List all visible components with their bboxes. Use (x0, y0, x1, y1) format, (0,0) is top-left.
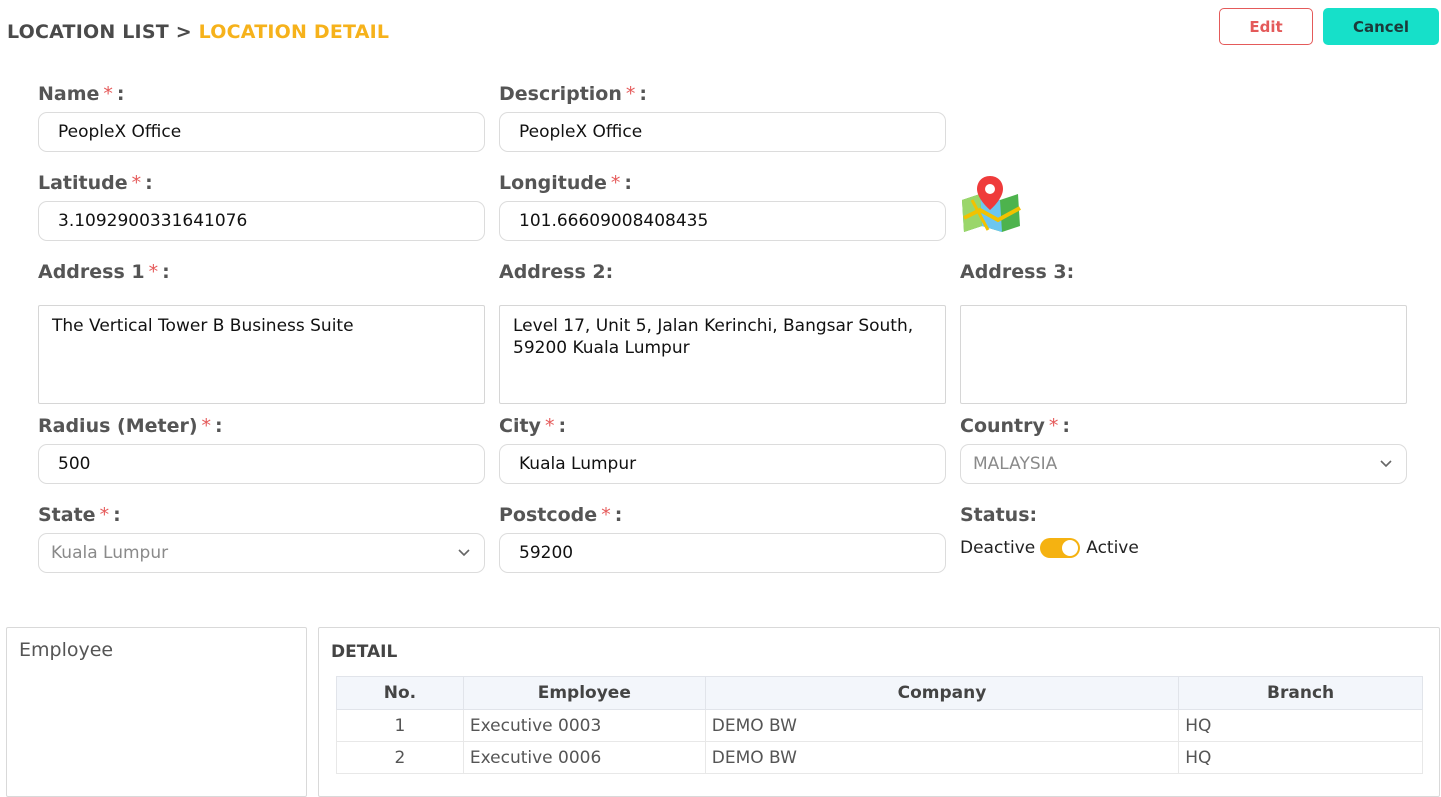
state-label-text: State (38, 504, 96, 526)
required-mark: * (99, 504, 110, 526)
detail-table: No. Employee Company Branch 1 Executive … (336, 676, 1423, 774)
label-colon: : (116, 83, 125, 105)
required-mark: * (103, 83, 113, 105)
cell-employee: Executive 0006 (462, 741, 706, 774)
required-mark: * (601, 504, 611, 526)
breadcrumb-separator: > (175, 21, 192, 43)
country-select-value: MALAYSIA (973, 454, 1058, 474)
cell-no: 1 (336, 709, 464, 742)
radius-input[interactable]: 500 (38, 444, 485, 484)
label-colon: : (639, 83, 647, 105)
country-label-text: Country (960, 415, 1045, 437)
edit-button[interactable]: Edit (1219, 8, 1313, 45)
cell-branch: HQ (1178, 741, 1423, 774)
label-colon: : (145, 172, 153, 194)
latitude-label-text: Latitude (38, 172, 128, 194)
column-header-no[interactable]: No. (336, 676, 464, 710)
cell-company: DEMO BW (704, 709, 1180, 742)
label-colon: : (1062, 415, 1070, 437)
description-input[interactable]: PeopleX Office (499, 112, 946, 152)
column-header-branch[interactable]: Branch (1178, 676, 1423, 710)
postcode-label: Postcode *: (499, 504, 622, 526)
label-colon: : (162, 261, 170, 283)
description-label: Description *: (499, 83, 647, 105)
table-header-row: No. Employee Company Branch (336, 676, 1423, 710)
name-input[interactable]: PeopleX Office (38, 112, 485, 152)
description-label-text: Description (499, 83, 622, 105)
state-select-value: Kuala Lumpur (51, 543, 169, 563)
table-row[interactable]: 1 Executive 0003 DEMO BW HQ (336, 709, 1423, 742)
address2-textarea[interactable]: Level 17, Unit 5, Jalan Kerinchi, Bangsa… (499, 305, 946, 404)
detail-panel: DETAIL No. Employee Company Branch 1 Exe… (318, 627, 1440, 797)
required-mark: * (610, 172, 621, 194)
address1-textarea[interactable]: The Vertical Tower B Business Suite (38, 305, 485, 404)
radius-label: Radius (Meter) *: (38, 415, 223, 437)
cell-company: DEMO BW (704, 741, 1180, 774)
postcode-input[interactable]: 59200 (499, 533, 946, 573)
status-on-label: Active (1086, 538, 1139, 558)
required-mark: * (148, 261, 159, 283)
country-label: Country *: (960, 415, 1070, 437)
cell-branch: HQ (1178, 709, 1423, 742)
employee-panel: Employee (6, 627, 307, 797)
state-select[interactable]: Kuala Lumpur (38, 533, 485, 573)
column-header-company[interactable]: Company (704, 676, 1180, 710)
label-colon: : (558, 415, 567, 437)
address3-textarea[interactable] (960, 305, 1407, 404)
postcode-label-text: Postcode (499, 504, 598, 526)
required-mark: * (625, 83, 636, 105)
country-select[interactable]: MALAYSIA (960, 444, 1407, 484)
address2-label: Address 2: (499, 261, 614, 283)
required-mark: * (131, 172, 142, 194)
longitude-input[interactable]: 101.66609008408435 (499, 201, 946, 241)
latitude-input[interactable]: 3.1092900331641076 (38, 201, 485, 241)
address3-label: Address 3: (960, 261, 1075, 283)
table-row[interactable]: 2 Executive 0006 DEMO BW HQ (336, 741, 1423, 774)
longitude-label-text: Longitude (499, 172, 607, 194)
required-mark: * (201, 415, 212, 437)
toggle-knob (1062, 540, 1079, 556)
name-label: Name *: (38, 83, 125, 105)
label-colon: : (614, 504, 623, 526)
latitude-label: Latitude *: (38, 172, 153, 194)
breadcrumb-location-detail: LOCATION DETAIL (198, 21, 390, 43)
name-label-text: Name (38, 83, 100, 105)
map-pin-icon[interactable] (958, 174, 1024, 234)
status-off-label: Deactive (960, 538, 1036, 558)
required-mark: * (544, 415, 555, 437)
employee-panel-title: Employee (19, 639, 114, 661)
city-label-text: City (499, 415, 541, 437)
chevron-down-icon (456, 545, 472, 561)
address1-label-text: Address 1 (38, 261, 145, 283)
label-colon: : (215, 415, 223, 437)
column-header-employee[interactable]: Employee (462, 676, 706, 710)
longitude-label: Longitude *: (499, 172, 632, 194)
city-label: City *: (499, 415, 566, 437)
status-toggle[interactable] (1040, 538, 1081, 558)
cell-employee: Executive 0003 (462, 709, 706, 742)
radius-label-text: Radius (Meter) (38, 415, 198, 437)
address1-label: Address 1 *: (38, 261, 170, 283)
detail-panel-title: DETAIL (331, 642, 398, 662)
label-colon: : (113, 504, 121, 526)
state-label: State *: (38, 504, 121, 526)
cancel-button[interactable]: Cancel (1323, 8, 1439, 45)
breadcrumb: LOCATION LIST > LOCATION DETAIL (7, 21, 389, 43)
breadcrumb-location-list[interactable]: LOCATION LIST (7, 21, 169, 43)
city-input[interactable]: Kuala Lumpur (499, 444, 946, 484)
status-label: Status: (960, 504, 1038, 526)
status-toggle-row: Deactive Active (960, 538, 1139, 558)
label-colon: : (624, 172, 633, 194)
cell-no: 2 (336, 741, 464, 774)
chevron-down-icon (1378, 456, 1394, 472)
required-mark: * (1048, 415, 1059, 437)
